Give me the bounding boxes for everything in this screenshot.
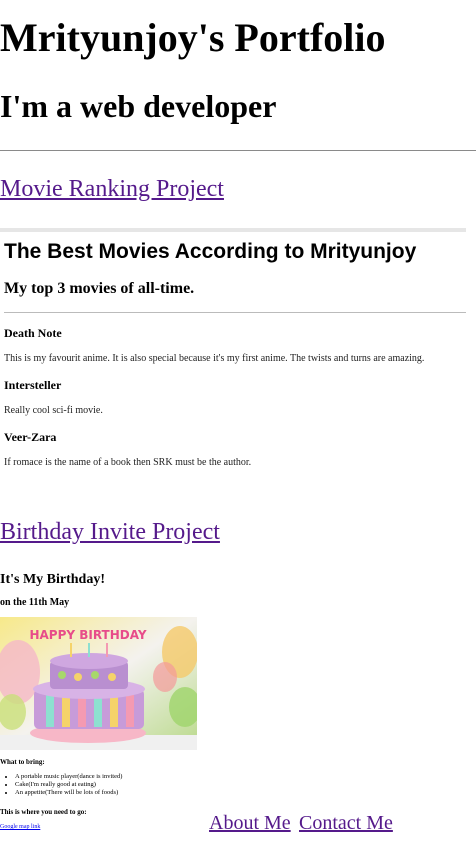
movie-description: Really cool sci-fi movie. (4, 405, 103, 416)
divider (0, 150, 476, 151)
movie-description: This is my favourit anime. It is also sp… (4, 353, 425, 364)
list-item: A portable music player(dance is invited… (15, 773, 122, 781)
birthday-cake-image: HAPPY BIRTHDAY (0, 617, 197, 750)
list-item: Cake(I'm really good at eating) (15, 781, 122, 789)
page-title: Mrityunjoy's Portfolio (0, 15, 386, 60)
list-item: An appetite(There will be lots of foods) (15, 789, 122, 797)
birthday-date: on the 11th May (0, 597, 70, 608)
movie-page-subtitle: My top 3 movies of all-time. (4, 280, 195, 297)
movie-name: Intersteller (4, 378, 62, 392)
movie-page-title: The Best Movies According to Mrityunjoy (4, 240, 417, 263)
birthday-project-link[interactable]: Birthday Invite Project (0, 519, 220, 546)
movie-description: If romace is the name of a book then SRK… (4, 457, 252, 468)
movie-divider (4, 312, 466, 313)
page-subtitle: I'm a web developer (0, 88, 277, 124)
birthday-title: It's My Birthday! (0, 572, 105, 587)
bring-list: A portable music player(dance is invited… (0, 773, 122, 797)
movie-name: Veer-Zara (4, 430, 57, 444)
about-me-link[interactable]: About Me (209, 812, 291, 835)
contact-me-link[interactable]: Contact Me (299, 812, 393, 835)
google-map-link[interactable]: Google map link (0, 824, 40, 830)
movie-project-link[interactable]: Movie Ranking Project (0, 176, 224, 203)
cake-text: HAPPY BIRTHDAY (29, 628, 146, 642)
bring-heading: What to bring: (0, 758, 45, 766)
movie-project-frame: The Best Movies According to Mrityunjoy … (0, 228, 466, 492)
where-heading: This is where you need to go: (0, 808, 87, 816)
movie-name: Death Note (4, 326, 62, 340)
